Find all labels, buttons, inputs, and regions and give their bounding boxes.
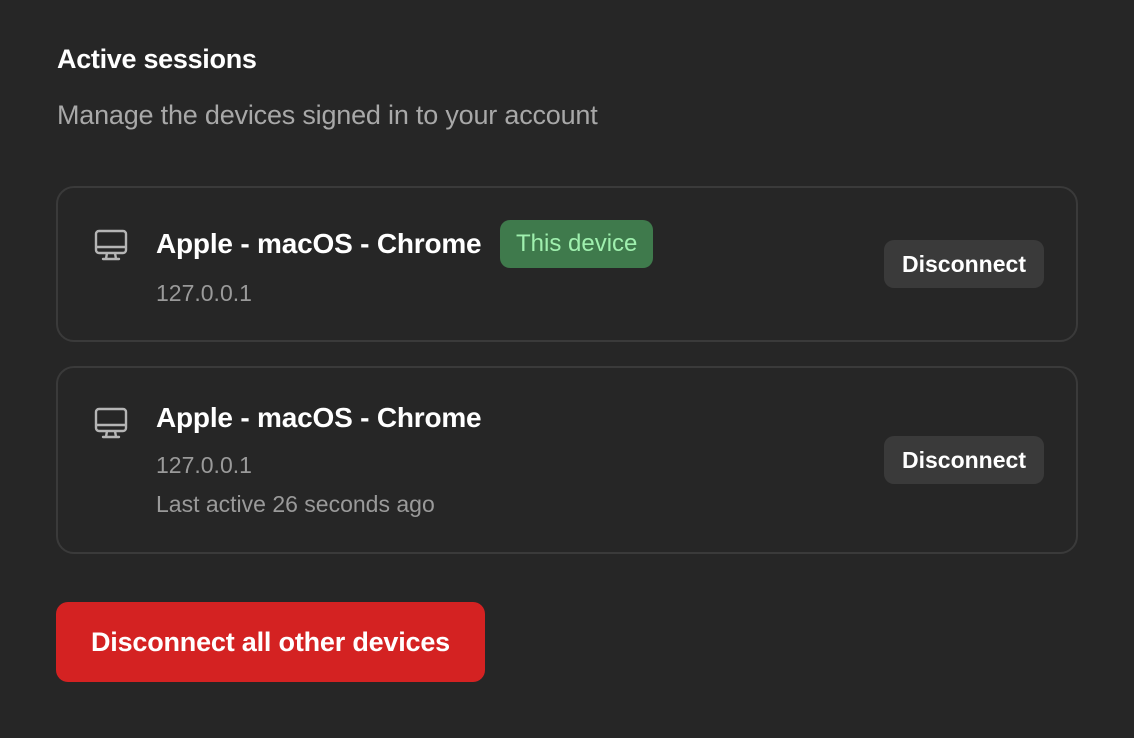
ip-address: 127.0.0.1 <box>156 452 252 478</box>
disconnect-all-button[interactable]: Disconnect all other devices <box>56 602 485 682</box>
ip-address: 127.0.0.1 <box>156 280 252 306</box>
this-device-badge: This device <box>500 220 654 268</box>
page-title: Active sessions <box>57 44 257 74</box>
device-name: Apple - macOS - Chrome <box>156 228 482 259</box>
disconnect-button[interactable]: Disconnect <box>884 436 1044 484</box>
disconnect-button[interactable]: Disconnect <box>884 240 1044 288</box>
device-name: Apple - macOS - Chrome <box>156 402 482 433</box>
last-active-text: Last active 26 seconds ago <box>156 491 435 517</box>
monitor-icon <box>94 229 128 261</box>
monitor-icon <box>94 407 128 439</box>
session-card-other: Apple - macOS - Chrome 127.0.0.1 Last ac… <box>56 366 1078 554</box>
session-card-current: Apple - macOS - Chrome This device 127.0… <box>56 186 1078 342</box>
page-subtitle: Manage the devices signed in to your acc… <box>57 100 598 130</box>
